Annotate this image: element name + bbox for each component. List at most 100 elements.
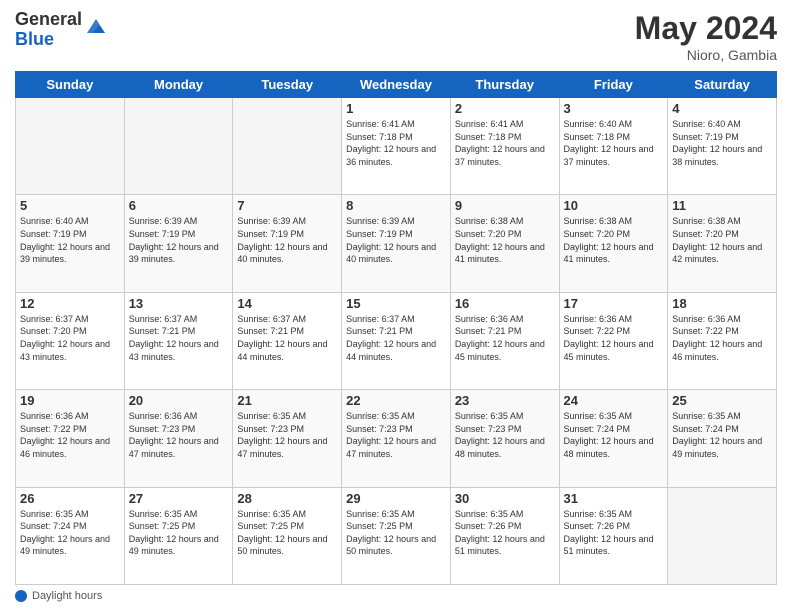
calendar-week-row: 5 Sunrise: 6:40 AM Sunset: 7:19 PM Daylig… (16, 195, 777, 292)
day-info: Sunrise: 6:35 AM Sunset: 7:23 PM Dayligh… (237, 410, 337, 460)
day-info: Sunrise: 6:35 AM Sunset: 7:25 PM Dayligh… (129, 508, 229, 558)
day-info: Sunrise: 6:38 AM Sunset: 7:20 PM Dayligh… (672, 215, 772, 265)
day-number: 13 (129, 296, 229, 311)
day-info: Sunrise: 6:41 AM Sunset: 7:18 PM Dayligh… (455, 118, 555, 168)
calendar-cell: 4Sunrise: 6:40 AM Sunset: 7:19 PM Daylig… (668, 98, 777, 195)
day-number: 3 (564, 101, 664, 116)
location: Nioro, Gambia (635, 47, 777, 63)
day-info: Sunrise: 6:35 AM Sunset: 7:24 PM Dayligh… (564, 410, 664, 460)
calendar-week-row: 1 Sunrise: 6:41 AM Sunset: 7:18 PM Daylig… (16, 98, 777, 195)
calendar-cell: 16Sunrise: 6:36 AM Sunset: 7:21 PM Dayli… (450, 292, 559, 389)
logo-icon (85, 15, 107, 37)
day-number: 6 (129, 198, 229, 213)
calendar-cell: 31 Sunrise: 6:35 AM Sunset: 7:26 PM Dayli… (559, 487, 668, 584)
day-number: 11 (672, 198, 772, 213)
day-number: 31 (564, 491, 664, 506)
calendar-cell: 19 Sunrise: 6:36 AM Sunset: 7:22 PM Dayli… (16, 390, 125, 487)
day-number: 19 (20, 393, 120, 408)
calendar-cell: 3 Sunrise: 6:40 AM Sunset: 7:18 PM Daylig… (559, 98, 668, 195)
day-number: 17 (564, 296, 664, 311)
day-info: Sunrise: 6:40 AM Sunset: 7:19 PM Dayligh… (20, 215, 120, 265)
day-info: Sunrise: 6:35 AM Sunset: 7:24 PM Dayligh… (20, 508, 120, 558)
day-info: Sunrise: 6:35 AM Sunset: 7:26 PM Dayligh… (564, 508, 664, 558)
day-number: 22 (346, 393, 446, 408)
calendar-cell: 11 Sunrise: 6:38 AM Sunset: 7:20 PM Dayli… (668, 195, 777, 292)
weekday-header: Wednesday (342, 72, 451, 98)
calendar-week-row: 19 Sunrise: 6:36 AM Sunset: 7:22 PM Dayli… (16, 390, 777, 487)
calendar-cell: 30 Sunrise: 6:35 AM Sunset: 7:26 PM Dayli… (450, 487, 559, 584)
day-number: 28 (237, 491, 337, 506)
day-number: 23 (455, 393, 555, 408)
title-block: May 2024 Nioro, Gambia (635, 10, 777, 63)
day-info: Sunrise: 6:40 AM Sunset: 7:18 PM Dayligh… (564, 118, 664, 168)
calendar-cell: 15 Sunrise: 6:37 AM Sunset: 7:21 PM Dayli… (342, 292, 451, 389)
day-info: Sunrise: 6:39 AM Sunset: 7:19 PM Dayligh… (346, 215, 446, 265)
calendar-cell (124, 98, 233, 195)
day-number: 4 (672, 101, 772, 116)
day-info: Sunrise: 6:39 AM Sunset: 7:19 PM Dayligh… (129, 215, 229, 265)
day-info: Sunrise: 6:36 AM Sunset: 7:22 PM Dayligh… (672, 313, 772, 363)
logo: General Blue (15, 10, 107, 50)
calendar-cell: 22 Sunrise: 6:35 AM Sunset: 7:23 PM Dayli… (342, 390, 451, 487)
calendar-cell: 21Sunrise: 6:35 AM Sunset: 7:23 PM Dayli… (233, 390, 342, 487)
day-info: Sunrise: 6:38 AM Sunset: 7:20 PM Dayligh… (455, 215, 555, 265)
day-number: 29 (346, 491, 446, 506)
weekday-header: Tuesday (233, 72, 342, 98)
weekday-header: Friday (559, 72, 668, 98)
day-number: 2 (455, 101, 555, 116)
day-number: 8 (346, 198, 446, 213)
day-number: 5 (20, 198, 120, 213)
day-number: 30 (455, 491, 555, 506)
calendar-cell (668, 487, 777, 584)
calendar-cell: 13 Sunrise: 6:37 AM Sunset: 7:21 PM Dayli… (124, 292, 233, 389)
day-number: 1 (346, 101, 446, 116)
day-number: 15 (346, 296, 446, 311)
day-info: Sunrise: 6:35 AM Sunset: 7:23 PM Dayligh… (455, 410, 555, 460)
calendar-cell: 12Sunrise: 6:37 AM Sunset: 7:20 PM Dayli… (16, 292, 125, 389)
footer-label: Daylight hours (32, 590, 102, 602)
calendar-cell: 14Sunrise: 6:37 AM Sunset: 7:21 PM Dayli… (233, 292, 342, 389)
day-number: 10 (564, 198, 664, 213)
day-number: 25 (672, 393, 772, 408)
calendar-week-row: 26 Sunrise: 6:35 AM Sunset: 7:24 PM Dayli… (16, 487, 777, 584)
header: General Blue May 2024 Nioro, Gambia (15, 10, 777, 63)
weekday-header: Saturday (668, 72, 777, 98)
calendar-cell (233, 98, 342, 195)
day-info: Sunrise: 6:35 AM Sunset: 7:25 PM Dayligh… (237, 508, 337, 558)
calendar-table: SundayMondayTuesdayWednesdayThursdayFrid… (15, 71, 777, 585)
day-number: 26 (20, 491, 120, 506)
calendar-cell: 29Sunrise: 6:35 AM Sunset: 7:25 PM Dayli… (342, 487, 451, 584)
day-info: Sunrise: 6:38 AM Sunset: 7:20 PM Dayligh… (564, 215, 664, 265)
weekday-header: Thursday (450, 72, 559, 98)
day-info: Sunrise: 6:35 AM Sunset: 7:26 PM Dayligh… (455, 508, 555, 558)
day-info: Sunrise: 6:36 AM Sunset: 7:22 PM Dayligh… (20, 410, 120, 460)
day-number: 20 (129, 393, 229, 408)
month-title: May 2024 (635, 10, 777, 47)
calendar-cell: 27Sunrise: 6:35 AM Sunset: 7:25 PM Dayli… (124, 487, 233, 584)
calendar-cell: 24 Sunrise: 6:35 AM Sunset: 7:24 PM Dayli… (559, 390, 668, 487)
footer-dot (15, 590, 27, 602)
calendar-cell: 25Sunrise: 6:35 AM Sunset: 7:24 PM Dayli… (668, 390, 777, 487)
day-info: Sunrise: 6:37 AM Sunset: 7:21 PM Dayligh… (346, 313, 446, 363)
day-info: Sunrise: 6:37 AM Sunset: 7:20 PM Dayligh… (20, 313, 120, 363)
day-info: Sunrise: 6:37 AM Sunset: 7:21 PM Dayligh… (129, 313, 229, 363)
calendar-cell: 18 Sunrise: 6:36 AM Sunset: 7:22 PM Dayli… (668, 292, 777, 389)
weekday-header: Monday (124, 72, 233, 98)
day-info: Sunrise: 6:36 AM Sunset: 7:22 PM Dayligh… (564, 313, 664, 363)
day-info: Sunrise: 6:36 AM Sunset: 7:23 PM Dayligh… (129, 410, 229, 460)
calendar-cell: 20 Sunrise: 6:36 AM Sunset: 7:23 PM Dayli… (124, 390, 233, 487)
day-info: Sunrise: 6:36 AM Sunset: 7:21 PM Dayligh… (455, 313, 555, 363)
day-number: 24 (564, 393, 664, 408)
calendar-cell: 26 Sunrise: 6:35 AM Sunset: 7:24 PM Dayli… (16, 487, 125, 584)
day-info: Sunrise: 6:35 AM Sunset: 7:23 PM Dayligh… (346, 410, 446, 460)
page: General Blue May 2024 Nioro, Gambia Sund… (0, 0, 792, 612)
weekday-header: Sunday (16, 72, 125, 98)
calendar-cell: 7Sunrise: 6:39 AM Sunset: 7:19 PM Daylig… (233, 195, 342, 292)
calendar-cell: 5 Sunrise: 6:40 AM Sunset: 7:19 PM Daylig… (16, 195, 125, 292)
day-number: 7 (237, 198, 337, 213)
calendar-cell: 8 Sunrise: 6:39 AM Sunset: 7:19 PM Daylig… (342, 195, 451, 292)
day-info: Sunrise: 6:37 AM Sunset: 7:21 PM Dayligh… (237, 313, 337, 363)
day-number: 18 (672, 296, 772, 311)
day-info: Sunrise: 6:41 AM Sunset: 7:18 PM Dayligh… (346, 118, 446, 168)
logo-text: General Blue (15, 10, 82, 50)
